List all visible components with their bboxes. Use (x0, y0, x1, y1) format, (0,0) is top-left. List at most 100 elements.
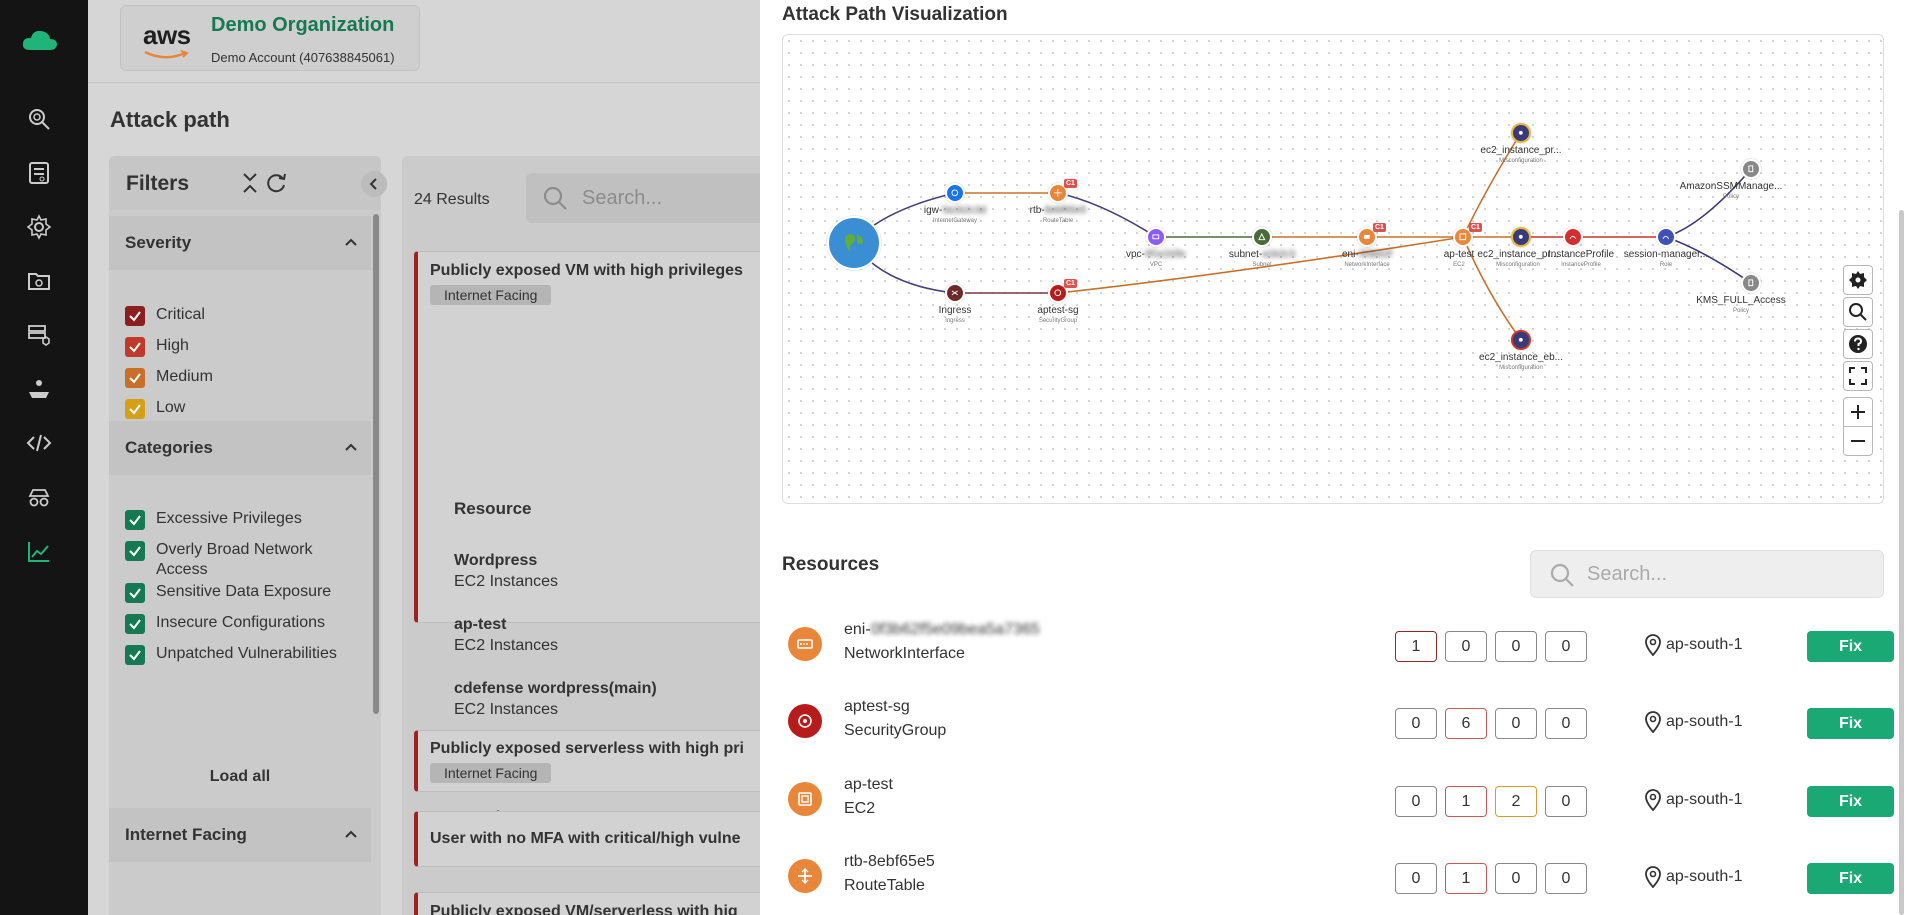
results-search-input[interactable]: Search... (526, 173, 776, 223)
misconfiguration-node[interactable] (1511, 330, 1531, 350)
category-overly-broad-network-checkbox[interactable]: Overly Broad Network Access (125, 540, 325, 580)
node-label: ec2_instance_pr... (1480, 145, 1562, 156)
load-all-button[interactable]: Load all (109, 768, 371, 786)
resource-row[interactable]: eni-0f3b62f5e09bea5a7365 NetworkInterfac… (782, 617, 1894, 677)
resource-row[interactable]: rtb-8ebf65e5 RouteTable 0 1 0 0 ap-south… (782, 849, 1894, 909)
severity-section-header[interactable]: Severity (109, 216, 371, 270)
fix-button[interactable]: Fix (1807, 708, 1894, 739)
policy-node[interactable] (1741, 159, 1761, 179)
resource-row[interactable]: cdefense wordpress(main) EC2 Instances (454, 678, 657, 720)
compliance-icon[interactable] (24, 320, 54, 350)
resource-type: EC2 (844, 800, 876, 817)
low-count: 0 (1545, 708, 1587, 739)
collapse-filters-button[interactable] (361, 171, 387, 197)
organization-name: Demo Organization (211, 14, 395, 36)
internet-gateway-node[interactable] (945, 183, 965, 203)
graph-fit-view-button[interactable] (1843, 361, 1873, 391)
policy-node[interactable] (1741, 273, 1761, 293)
chevron-up-icon (345, 830, 357, 838)
resource-type: RouteTable (844, 877, 925, 894)
graph-edges (852, 132, 1752, 341)
fit-view-icon (1849, 367, 1867, 385)
organization-selector[interactable]: aws Demo Organization Demo Account (4076… (120, 5, 420, 71)
app-logo-icon[interactable] (22, 28, 58, 52)
internet-facing-tag: Internet Facing (430, 285, 552, 305)
node-sublabel: InternetGateway (932, 218, 978, 224)
fix-button[interactable]: Fix (1807, 786, 1894, 817)
region-label: ap-south-1 (1666, 636, 1743, 653)
category-label: Excessive Privileges (156, 510, 302, 527)
category-insecure-configurations-checkbox[interactable]: Insecure Configurations (125, 613, 325, 634)
drawer-scrollbar[interactable] (1899, 210, 1904, 915)
visualization-title: Attack Path Visualization (782, 4, 1008, 25)
graph-help-button[interactable] (1843, 329, 1873, 359)
categories-section-header[interactable]: Categories (109, 421, 371, 475)
zoom-out-button[interactable] (1843, 426, 1873, 456)
account-id: Demo Account (407638845061) (211, 50, 395, 65)
ec2-icon (788, 782, 822, 816)
severity-low-checkbox[interactable]: Low (125, 398, 185, 419)
internet-globe-icon[interactable] (827, 216, 881, 270)
misconfiguration-node[interactable] (1511, 123, 1531, 143)
chevron-left-icon (369, 178, 377, 190)
resource-row[interactable]: ap-test EC2 Instances (454, 614, 558, 656)
location-pin-icon (1645, 866, 1661, 888)
resource-name: Wordpress (454, 552, 538, 569)
severity-critical-checkbox[interactable]: Critical (125, 305, 205, 326)
filters-scrollbar[interactable] (373, 214, 379, 714)
severity-high-checkbox[interactable]: High (125, 336, 189, 357)
checkbox-checked-icon (125, 583, 145, 603)
resource-type: EC2 Instances (454, 573, 559, 590)
category-sensitive-data-checkbox[interactable]: Sensitive Data Exposure (125, 582, 331, 603)
search-scan-icon[interactable] (24, 104, 54, 134)
fix-button[interactable]: Fix (1807, 631, 1894, 662)
severity-counts: 0 1 2 0 (1395, 786, 1595, 817)
attack-path-chart-icon[interactable] (24, 536, 54, 566)
zoom-in-button[interactable] (1843, 397, 1873, 427)
checkbox-checked-icon (125, 541, 145, 561)
card-title: User with no MFA with critical/high vuln… (430, 830, 741, 847)
attack-path-graph[interactable]: igw-0a1b2c3d InternetGateway C1 rtb-8ebf… (782, 34, 1884, 504)
resource-row[interactable]: Wordpress EC2 Instances (454, 550, 558, 592)
category-unpatched-vulnerabilities-checkbox[interactable]: Unpatched Vulnerabilities (125, 644, 337, 665)
ingress-node[interactable] (945, 283, 965, 303)
inventory-icon[interactable] (24, 158, 54, 188)
node-label: session-manager... (1623, 249, 1709, 260)
checkbox-checked-icon (125, 337, 145, 357)
app-root: aws Demo Organization Demo Account (4076… (0, 0, 1908, 915)
cloud-hand-icon[interactable] (24, 374, 54, 404)
reset-icon[interactable] (263, 170, 289, 196)
subnet-node[interactable] (1252, 227, 1272, 247)
internet-facing-title: Internet Facing (125, 825, 247, 844)
collapse-all-icon[interactable] (237, 170, 263, 196)
code-icon[interactable] (24, 428, 54, 458)
attack-path-card[interactable]: Publicly exposed serverless with high pr… (414, 730, 774, 792)
resources-search-input[interactable]: Search... (1530, 550, 1884, 598)
role-node[interactable] (1656, 227, 1676, 247)
network-interface-icon (788, 627, 822, 661)
attack-path-card[interactable]: Publicly exposed VM/serverless with hig (414, 892, 774, 915)
severity-medium-checkbox[interactable]: Medium (125, 367, 213, 388)
vpc-node[interactable] (1146, 227, 1166, 247)
settings-gear-icon[interactable] (24, 212, 54, 242)
category-excessive-privileges-checkbox[interactable]: Excessive Privileges (125, 509, 302, 530)
node-sublabel: Policy (1732, 308, 1750, 314)
attack-path-card[interactable]: User with no MFA with critical/high vuln… (414, 811, 774, 867)
fix-button[interactable]: Fix (1807, 863, 1894, 894)
attack-path-drawer: Attack Path Visualization igw-0a1b2c3d I… (760, 0, 1908, 915)
folder-icon[interactable] (24, 266, 54, 296)
aws-smile-icon (144, 50, 189, 59)
graph-search-button[interactable] (1843, 297, 1873, 327)
node-sublabel: Policy (1722, 194, 1740, 200)
resource-row[interactable]: ap-test EC2 0 1 2 0 ap-south-1 Fix (782, 772, 1894, 832)
severity-label: Medium (156, 368, 213, 385)
graph-settings-button[interactable] (1843, 265, 1873, 295)
node-sublabel: InstanceProfile (1561, 262, 1601, 268)
misconfiguration-node[interactable] (1511, 227, 1531, 247)
instance-profile-node[interactable] (1563, 227, 1583, 247)
resource-row[interactable]: aptest-sg SecurityGroup 0 6 0 0 ap-south… (782, 694, 1894, 754)
spy-icon[interactable] (24, 482, 54, 512)
severity-label: High (156, 337, 189, 354)
results-count: 24 Results (414, 191, 490, 208)
internet-facing-section-header[interactable]: Internet Facing (109, 808, 371, 862)
